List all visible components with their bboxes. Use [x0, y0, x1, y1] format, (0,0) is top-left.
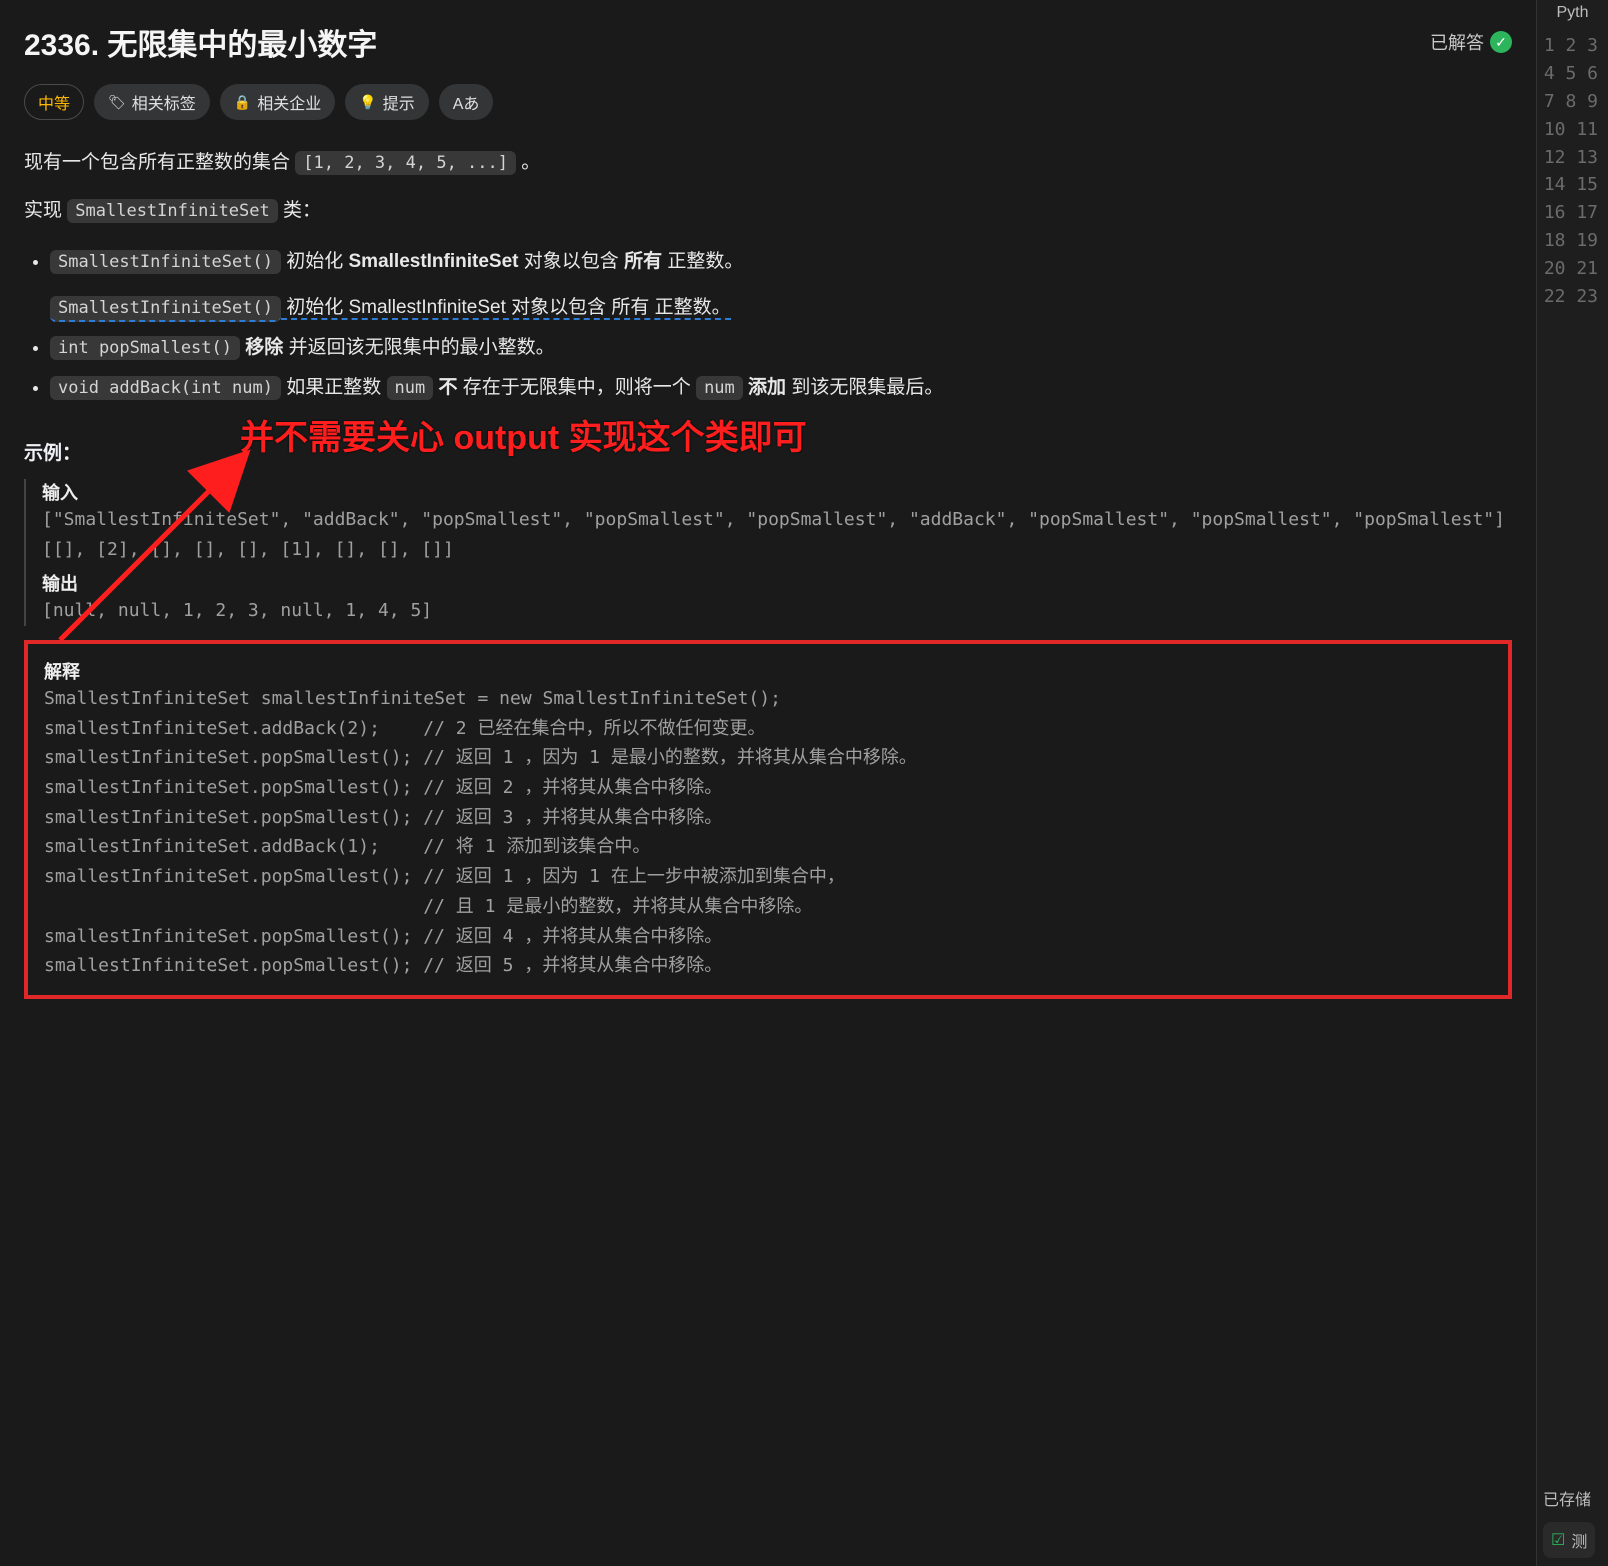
- translate-button[interactable]: Aあ: [439, 84, 494, 120]
- explain-text: SmallestInfiniteSet smallestInfiniteSet …: [44, 684, 1492, 981]
- related-tags-button[interactable]: 🏷 相关标签: [94, 84, 210, 120]
- set-literal-code: [1, 2, 3, 4, 5, ...]: [295, 151, 516, 175]
- language-selector[interactable]: Pyth: [1537, 0, 1608, 26]
- method-item-constructor: SmallestInfiniteSet() 初始化 SmallestInfini…: [50, 242, 1512, 328]
- lock-icon: 🔒: [234, 94, 251, 111]
- testcase-button[interactable]: ☑ 测: [1543, 1522, 1595, 1558]
- explain-label: 解释: [44, 658, 1492, 684]
- tags-row: 中等 🏷 相关标签 🔒 相关企业 💡 提示 Aあ: [24, 84, 1512, 120]
- hint-button[interactable]: 💡 提示: [345, 84, 428, 120]
- lightbulb-icon: 💡: [359, 94, 376, 111]
- input-label: 输入: [42, 479, 1512, 505]
- output-label: 输出: [42, 570, 1512, 596]
- example-io-block: 输入 ["SmallestInfiniteSet", "addBack", "p…: [24, 479, 1512, 626]
- class-name-code: SmallestInfiniteSet: [67, 199, 277, 223]
- example-heading: 示例：: [24, 438, 1512, 465]
- problem-title: 2336. 无限集中的最小数字: [24, 20, 377, 64]
- description-line-2: 实现 SmallestInfiniteSet 类：: [24, 194, 1512, 228]
- saved-indicator: 已存储: [1543, 1486, 1591, 1510]
- title-row: 2336. 无限集中的最小数字 已解答 ✓: [24, 20, 1512, 64]
- methods-list: SmallestInfiniteSet() 初始化 SmallestInfini…: [50, 242, 1512, 408]
- difficulty-badge: 中等: [24, 84, 84, 120]
- check-circle-icon: ✓: [1490, 31, 1512, 53]
- solved-label: 已解答: [1430, 29, 1484, 55]
- explanation-box: 解释 SmallestInfiniteSet smallestInfiniteS…: [24, 640, 1512, 999]
- tag-icon: 🏷: [108, 94, 126, 111]
- related-companies-button[interactable]: 🔒 相关企业: [220, 84, 335, 120]
- constructor-code-dashed: SmallestInfiniteSet(): [50, 296, 281, 322]
- input-text: ["SmallestInfiniteSet", "addBack", "popS…: [42, 505, 1512, 564]
- description-line-1: 现有一个包含所有正整数的集合 [1, 2, 3, 4, 5, ...] 。: [24, 146, 1512, 180]
- problem-description-panel: 2336. 无限集中的最小数字 已解答 ✓ 中等 🏷 相关标签 🔒 相关企业 💡…: [0, 0, 1536, 1566]
- line-number-gutter: 1 2 3 4 5 6 7 8 9 10 11 12 13 14 15 16 1…: [1537, 26, 1608, 311]
- solved-status: 已解答 ✓: [1430, 29, 1512, 55]
- check-icon: ☑: [1551, 1530, 1565, 1550]
- output-text: [null, null, 1, 2, 3, null, 1, 4, 5]: [42, 596, 1512, 626]
- method-item-popsmallest: int popSmallest() 移除 并返回该无限集中的最小整数。: [50, 328, 1512, 368]
- method-item-addback: void addBack(int num) 如果正整数 num 不 存在于无限集…: [50, 368, 1512, 408]
- code-editor-sliver: Pyth 1 2 3 4 5 6 7 8 9 10 11 12 13 14 15…: [1536, 0, 1608, 1566]
